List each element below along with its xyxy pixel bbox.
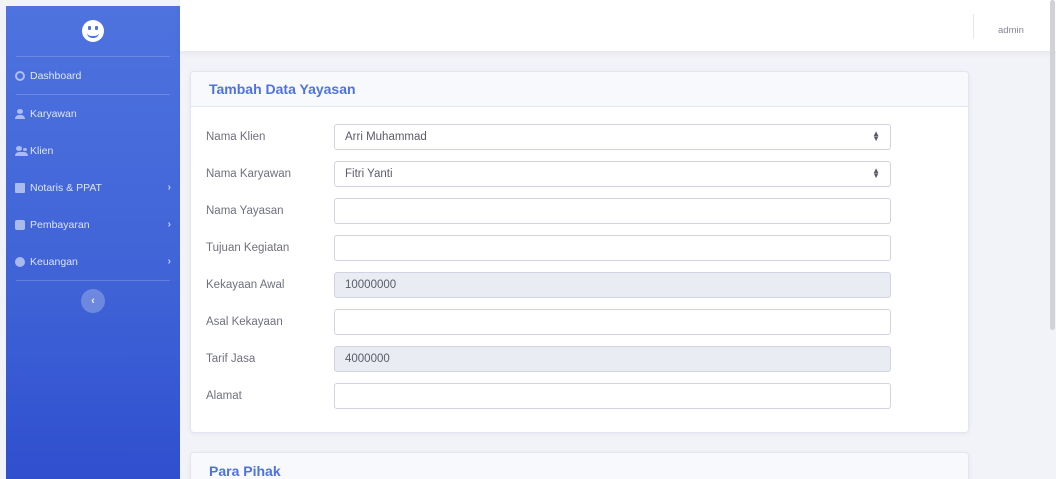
field-label: Asal Kekayaan xyxy=(206,316,283,328)
field-label: Tarif Jasa xyxy=(206,353,256,365)
select-value: Arri Muhammad xyxy=(345,131,427,143)
field-label: Nama Klien xyxy=(206,131,266,143)
tarif-jasa-input[interactable] xyxy=(334,346,891,372)
form-row-nama-karyawan: Nama Karyawan Fitri Yanti ▲ ▼ xyxy=(191,161,968,187)
brand[interactable] xyxy=(6,6,180,56)
sidebar-toggle-button[interactable]: ‹ xyxy=(81,289,105,313)
user-menu[interactable]: admin xyxy=(998,25,1024,36)
form-row-nama-yayasan: Nama Yayasan xyxy=(191,198,968,224)
chevron-right-icon: › xyxy=(167,182,171,193)
form-row-alamat: Alamat xyxy=(191,383,968,409)
field-label: Nama Yayasan xyxy=(206,205,284,217)
field-label: Tujuan Kegiatan xyxy=(206,242,290,254)
scrollbar-thumb[interactable] xyxy=(1050,0,1055,330)
form-card: Tambah Data Yayasan Nama Klien Arri Muha… xyxy=(190,71,969,433)
sidebar-item-klien[interactable]: Klien xyxy=(6,132,180,169)
asal-kekayaan-input[interactable] xyxy=(334,309,891,335)
card-title: Para Pihak xyxy=(209,462,281,479)
field-label: Kekayaan Awal xyxy=(206,279,285,291)
users-icon xyxy=(15,145,28,156)
kekayaan-awal-input[interactable] xyxy=(334,272,891,298)
nama-karyawan-select[interactable]: Fitri Yanti ▲ ▼ xyxy=(334,161,891,187)
form-row-tujuan-kegiatan: Tujuan Kegiatan xyxy=(191,235,968,261)
form-row-nama-klien: Nama Klien Arri Muhammad ▲ ▼ xyxy=(191,124,968,150)
sidebar-item-pembayaran[interactable]: Pembayaran › xyxy=(6,206,180,243)
sidebar-item-keuangan[interactable]: Keuangan › xyxy=(6,243,180,280)
select-arrows-icon: ▲ ▼ xyxy=(872,166,880,180)
nama-klien-select[interactable]: Arri Muhammad ▲ ▼ xyxy=(334,124,891,150)
topbar: admin xyxy=(180,0,1056,51)
sidebar-item-label: Dashboard xyxy=(30,69,82,82)
sidebar-item-label: Notaris & PPAT xyxy=(30,181,102,194)
topbar-divider xyxy=(973,14,974,39)
chevron-right-icon: › xyxy=(167,256,171,267)
select-arrows-icon: ▲ ▼ xyxy=(872,129,880,143)
form-row-asal-kekayaan: Asal Kekayaan xyxy=(191,309,968,335)
alamat-input[interactable] xyxy=(334,383,891,409)
sidebar-toggle-wrap: ‹ xyxy=(6,281,180,321)
card-header: Tambah Data Yayasan xyxy=(191,72,968,107)
sidebar-item-notaris-ppat[interactable]: Notaris & PPAT › xyxy=(6,169,180,206)
smiley-face-icon xyxy=(82,20,104,42)
select-value: Fitri Yanti xyxy=(345,168,393,180)
tujuan-kegiatan-input[interactable] xyxy=(334,235,891,261)
sidebar-item-dashboard[interactable]: Dashboard xyxy=(6,57,180,94)
form-row-tarif-jasa: Tarif Jasa xyxy=(191,346,968,372)
sidebar: Dashboard Karyawan Klien Notaris & PPAT … xyxy=(6,6,180,479)
chevron-right-icon: › xyxy=(167,219,171,230)
form-row-kekayaan-awal: Kekayaan Awal xyxy=(191,272,968,298)
para-pihak-card: Para Pihak xyxy=(190,452,969,479)
sidebar-item-label: Karyawan xyxy=(30,107,77,120)
card-title: Tambah Data Yayasan xyxy=(209,81,356,97)
sidebar-item-label: Klien xyxy=(30,144,54,157)
tachometer-icon xyxy=(15,70,25,81)
sidebar-item-label: Pembayaran xyxy=(30,218,90,231)
coins-icon xyxy=(15,256,25,267)
sidebar-item-label: Keuangan xyxy=(30,255,78,268)
chevron-left-icon: ‹ xyxy=(91,295,95,307)
field-label: Alamat xyxy=(206,390,242,402)
book-icon xyxy=(15,182,25,193)
card-header: Para Pihak xyxy=(191,453,968,479)
money-icon xyxy=(15,219,25,230)
nama-yayasan-input[interactable] xyxy=(334,198,891,224)
user-icon xyxy=(15,108,25,119)
page-scrollbar[interactable] xyxy=(1048,0,1056,479)
sidebar-item-karyawan[interactable]: Karyawan xyxy=(6,95,180,132)
field-label: Nama Karyawan xyxy=(206,168,292,180)
